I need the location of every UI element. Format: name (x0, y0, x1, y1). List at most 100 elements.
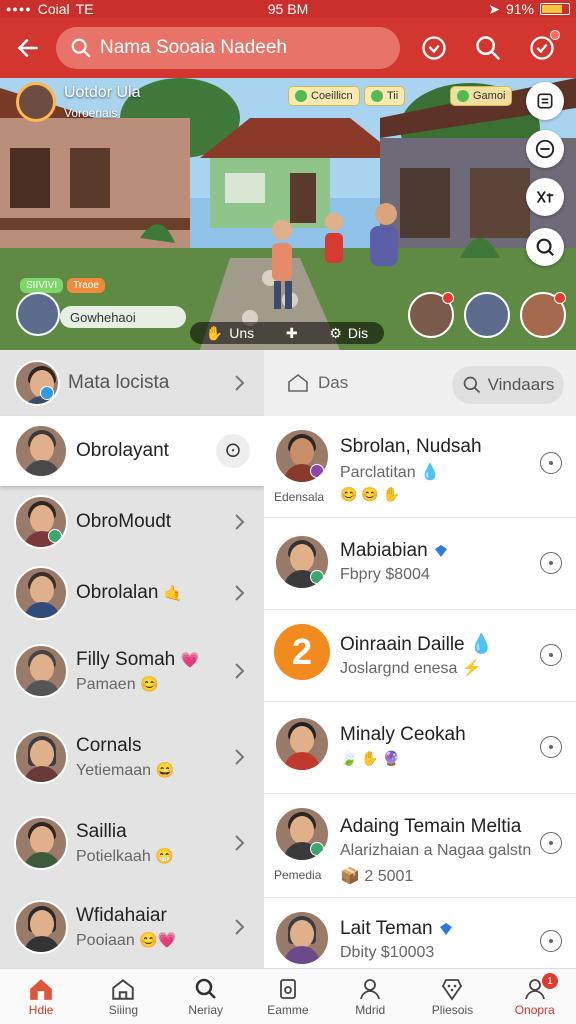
back-button[interactable] (4, 24, 52, 72)
translate-button[interactable] (526, 178, 564, 216)
verified-icon (434, 544, 447, 557)
notes-button[interactable] (526, 82, 564, 120)
hero-profile[interactable]: Uotdor Ula Voroenais (16, 82, 140, 122)
zoom-button[interactable] (526, 228, 564, 266)
nav-profile[interactable]: Mdrid (329, 969, 411, 1024)
avatar (274, 534, 330, 590)
tag: SIIVIVI (20, 278, 64, 293)
chevron-right-icon (235, 375, 245, 391)
select-radio[interactable] (540, 452, 562, 474)
search-icon (536, 238, 555, 257)
search-input[interactable]: Nama Sooaia Nadeeh (56, 27, 400, 69)
top-nav: Nama Sooaia Nadeeh (0, 18, 576, 78)
search-button[interactable] (468, 28, 508, 68)
drop-icon: 💧 (420, 464, 440, 481)
nav-saving[interactable]: Siiing (82, 969, 164, 1024)
contact-subtitle-text: Parclatitan (340, 464, 416, 481)
contact-subtitle: Dbity $10003 (340, 944, 435, 961)
hero-bar-right-label: Dis (347, 325, 369, 341)
list-item[interactable]: Cornals Yetiemaan 😄 (0, 714, 264, 800)
chevron-right-icon (235, 663, 245, 679)
nav-operator[interactable]: Onopra 1 (494, 969, 576, 1024)
list-item-title: Wfidahaiar (76, 904, 167, 926)
list-item-subtitle-text: Potielkaah (76, 847, 151, 865)
list-item-subtitle-text: Pamaen (76, 675, 136, 693)
number-badge: 2 (274, 624, 330, 680)
network-label: TE (75, 1, 94, 17)
select-radio[interactable] (540, 930, 562, 952)
back-arrow-icon (18, 39, 38, 57)
location-icon: ➤ (488, 0, 500, 17)
filter-button[interactable] (414, 28, 454, 68)
house-outline-icon (112, 978, 135, 1000)
hero-user-avatar[interactable] (16, 292, 60, 336)
battery-percent: 91% (505, 1, 534, 17)
contact-subtitle: Joslargnd enesa ⚡ (340, 658, 482, 678)
nav-label: Onopra (514, 1002, 555, 1017)
select-radio[interactable] (540, 736, 562, 758)
list-item-subtitle-text: Yetiemaan (76, 761, 152, 779)
status-chip[interactable]: Tii (364, 86, 406, 106)
nav-games[interactable]: Pliesois (411, 969, 493, 1024)
participant-avatar[interactable] (408, 292, 454, 338)
chip-label: Tii (387, 90, 399, 102)
hero-action-bar[interactable]: ✋ Uns ✚ ⚙ Dis (190, 322, 384, 344)
select-radio[interactable] (540, 644, 562, 666)
list-item[interactable]: ObroMoudt (0, 486, 264, 558)
contact-row[interactable]: Mabiabian Fbpry $8004 (264, 518, 576, 610)
hero-avatar (16, 82, 56, 122)
chip-icon (371, 90, 383, 102)
nav-home[interactable]: Hdie (0, 969, 82, 1024)
minimize-button[interactable] (526, 130, 564, 168)
left-chat-list: Mata locista Obrolayant ObroMoudt Obrola… (0, 350, 264, 968)
status-chip[interactable]: Coeillicn (288, 86, 360, 106)
nav-search[interactable]: Neriay (165, 969, 247, 1024)
avatar (14, 495, 68, 549)
select-radio[interactable] (540, 832, 562, 854)
list-item-title: Obrolalan 🤙 (76, 582, 182, 604)
search-text: Nama Sooaia Nadeeh (100, 37, 287, 58)
find-button-label: Vindaars (487, 375, 555, 394)
contact-row[interactable]: Edensala Sbrolan, Nudsah Parclatitan 💧 😊… (264, 416, 576, 518)
hero-status-pill[interactable]: Gowhehaoi (60, 306, 186, 328)
box-icon: 📦 (340, 868, 360, 885)
list-item[interactable]: Wfidahaiar Pooiaan 😊💗 (0, 886, 264, 968)
contact-row[interactable]: Minaly Ceokah 🍃 ✋ 🔮 (264, 702, 576, 794)
nav-label: Mdrid (355, 1002, 386, 1017)
contact-row[interactable]: 2 Oinraain Daille 💧 Joslargnd enesa ⚡ (264, 610, 576, 702)
select-radio[interactable] (540, 552, 562, 574)
reaction-icons: 🍃 ✋ 🔮 (340, 750, 401, 766)
list-item-active[interactable]: Obrolayant (0, 416, 264, 486)
right-contact-list: Das Vindaars Edensala Sbrolan, Nudsah Pa… (264, 350, 576, 968)
find-button[interactable]: Vindaars (452, 366, 564, 404)
list-item-title: Filly Somah 💗 (76, 649, 199, 671)
list-item[interactable]: Obrolalan 🤙 (0, 558, 264, 628)
list-item-title-text: Obrolalan (76, 582, 159, 603)
chat-bubble-icon (226, 443, 240, 457)
chevron-right-icon (235, 919, 245, 935)
contact-row[interactable]: Lait Teman Dbity $10003 (264, 898, 576, 968)
list-item[interactable]: Mata locista (0, 350, 264, 416)
chat-button[interactable] (216, 434, 250, 468)
user-icon (360, 978, 381, 999)
status-chip[interactable]: Gamoi (450, 86, 513, 106)
contact-row[interactable]: Pemedia Adaing Temain Meltia Alarizhaian… (264, 794, 576, 898)
emoji-icon: 😊💗 (139, 931, 177, 949)
emoji-icon: 🤙 (163, 585, 183, 602)
live-badge (554, 292, 566, 304)
chevron-right-icon (235, 835, 245, 851)
list-item[interactable]: Saillia Potielkaah 😁 (0, 800, 264, 886)
avatar (14, 730, 68, 784)
hero-bar-left[interactable]: ✋ Uns (206, 325, 254, 342)
contact-subtitle-text: Joslargnd enesa (340, 660, 458, 677)
hero-bar-right[interactable]: ⚙ Dis (329, 325, 368, 342)
participant-avatar[interactable] (464, 292, 510, 338)
contact-subtitle: Parclatitan 💧 (340, 462, 440, 482)
notifications-button[interactable] (522, 28, 562, 68)
search-icon (71, 38, 91, 58)
list-item[interactable]: Filly Somah 💗 Pamaen 😊 (0, 628, 264, 714)
participant-avatar[interactable] (520, 292, 566, 338)
nav-camera[interactable]: Eamme (247, 969, 329, 1024)
chevron-right-icon (235, 514, 245, 530)
avatar (14, 566, 68, 620)
